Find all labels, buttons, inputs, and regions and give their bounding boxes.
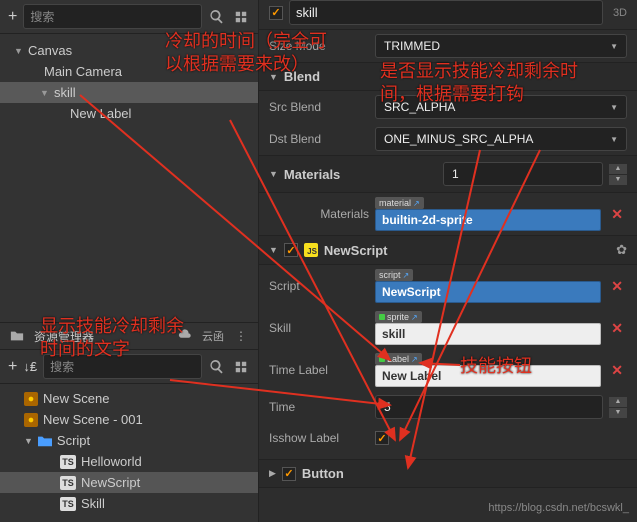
isshow-checkbox[interactable] bbox=[375, 431, 389, 445]
tree-label: Canvas bbox=[28, 43, 72, 58]
tree-item-main-camera[interactable]: Main Camera bbox=[0, 61, 258, 82]
blend-section-header[interactable]: ▼Blend bbox=[259, 62, 637, 91]
prop-label: Time Label bbox=[269, 363, 369, 377]
dst-blend-dropdown[interactable]: ONE_MINUS_SRC_ALPHA▼ bbox=[375, 127, 627, 151]
tree-label: New Label bbox=[70, 106, 131, 121]
tree-item-canvas[interactable]: ▼Canvas bbox=[0, 40, 258, 61]
prop-label: Isshow Label bbox=[269, 431, 369, 445]
sprite-tag: sprite↗ bbox=[375, 311, 422, 323]
add-node-button[interactable]: + bbox=[8, 8, 17, 26]
asset-label: New Scene - 001 bbox=[43, 412, 143, 427]
asset-label: New Scene bbox=[43, 391, 109, 406]
cloud-icon[interactable] bbox=[176, 327, 194, 345]
newscript-section-header[interactable]: ▼ JS NewScript ✿ bbox=[259, 235, 637, 265]
material-tag: material↗ bbox=[375, 197, 424, 209]
asset-label: Helloworld bbox=[81, 454, 142, 469]
watermark: https://blog.csdn.net/bcswkl_ bbox=[488, 502, 629, 514]
asset-item-newscript[interactable]: TS NewScript bbox=[0, 472, 258, 493]
number-stepper[interactable]: ▲▼ bbox=[609, 397, 627, 418]
remove-timelabel-button[interactable]: ✕ bbox=[607, 362, 627, 379]
number-stepper[interactable]: ▲▼ bbox=[609, 164, 627, 185]
asset-label: NewScript bbox=[81, 475, 140, 490]
remove-script-button[interactable]: ✕ bbox=[607, 278, 627, 295]
time-input[interactable]: 5 bbox=[375, 395, 603, 419]
asset-tree: New Scene New Scene - 001 ▼Script TS Hell… bbox=[0, 384, 258, 518]
timelabel-asset-box[interactable]: New Label bbox=[375, 365, 601, 387]
asset-item-scene[interactable]: New Scene bbox=[0, 388, 258, 409]
menu-icon[interactable]: ⋮ bbox=[232, 327, 250, 345]
prop-label: Src Blend bbox=[269, 100, 369, 114]
folder-icon bbox=[38, 435, 52, 447]
sort-button[interactable]: ↓₤ bbox=[23, 359, 37, 374]
collapse-assets-icon[interactable] bbox=[232, 358, 250, 376]
asset-label: Skill bbox=[81, 496, 105, 511]
asset-panel-title: 资源管理器 bbox=[34, 328, 94, 345]
hierarchy-tree: ▼Canvas Main Camera ▼skill New Label bbox=[0, 34, 258, 130]
tree-item-new-label[interactable]: New Label bbox=[0, 103, 258, 124]
prop-label: Skill bbox=[269, 321, 369, 335]
tree-label: skill bbox=[54, 85, 76, 100]
prop-label: Time bbox=[269, 400, 369, 414]
asset-item-script-folder[interactable]: ▼Script bbox=[0, 430, 258, 451]
size-mode-dropdown[interactable]: TRIMMED▼ bbox=[375, 34, 627, 58]
ts-icon: TS bbox=[60, 476, 76, 490]
scene-icon bbox=[24, 413, 38, 427]
add-asset-button[interactable]: + bbox=[8, 358, 17, 376]
skill-asset-box[interactable]: skill bbox=[375, 323, 601, 345]
prop-label: Dst Blend bbox=[269, 132, 369, 146]
folder-icon bbox=[8, 327, 26, 345]
asset-item-skill[interactable]: TS Skill bbox=[0, 493, 258, 514]
component-active-checkbox[interactable] bbox=[284, 243, 298, 257]
asset-search-input[interactable]: 搜索 bbox=[43, 354, 202, 379]
asset-item-helloworld[interactable]: TS Helloworld bbox=[0, 451, 258, 472]
prop-label: Materials bbox=[269, 207, 369, 221]
scene-icon bbox=[24, 392, 38, 406]
collapse-icon[interactable] bbox=[232, 8, 250, 26]
script-asset-box[interactable]: NewScript bbox=[375, 281, 601, 303]
tree-item-skill[interactable]: ▼skill bbox=[0, 82, 258, 103]
ts-icon: TS bbox=[60, 455, 76, 469]
search-icon[interactable] bbox=[208, 8, 226, 26]
material-asset-box[interactable]: builtin-2d-sprite bbox=[375, 209, 601, 231]
asset-item-scene-001[interactable]: New Scene - 001 bbox=[0, 409, 258, 430]
tree-label: Main Camera bbox=[44, 64, 122, 79]
node-name-input[interactable] bbox=[289, 0, 603, 25]
badge-3d: 3D bbox=[613, 7, 627, 19]
gear-icon[interactable]: ✿ bbox=[616, 242, 627, 258]
label-tag: Label↗ bbox=[375, 353, 422, 365]
prop-label: Script bbox=[269, 279, 369, 293]
search-icon[interactable] bbox=[208, 358, 226, 376]
prop-label: Size Mode bbox=[269, 39, 369, 53]
src-blend-dropdown[interactable]: SRC_ALPHA▼ bbox=[375, 95, 627, 119]
materials-count-input[interactable]: 1 bbox=[443, 162, 603, 186]
component-active-checkbox[interactable] bbox=[282, 467, 296, 481]
materials-section-header[interactable]: ▼Materials 1 ▲▼ bbox=[259, 155, 637, 193]
remove-material-button[interactable]: ✕ bbox=[607, 206, 627, 223]
button-section-header[interactable]: ▶ Button bbox=[259, 459, 637, 488]
asset-label: Script bbox=[57, 433, 90, 448]
js-icon: JS bbox=[304, 243, 318, 257]
node-active-checkbox[interactable] bbox=[269, 6, 283, 20]
script-tag: script↗ bbox=[375, 269, 413, 281]
remove-skill-button[interactable]: ✕ bbox=[607, 320, 627, 337]
cloud-label: 云函 bbox=[202, 328, 224, 344]
ts-icon: TS bbox=[60, 497, 76, 511]
hierarchy-search-input[interactable]: 搜索 bbox=[23, 4, 202, 29]
